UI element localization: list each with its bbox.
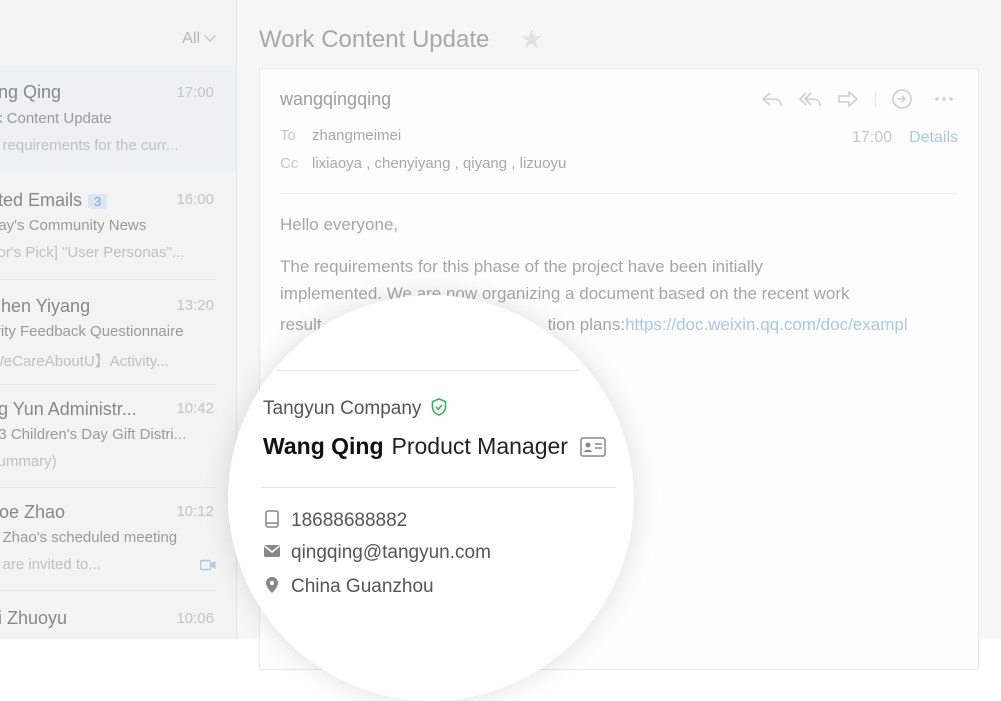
list-item-sender: uted Emails3 <box>0 190 108 211</box>
unread-count-badge: 3 <box>88 194 108 209</box>
list-item[interactable]: Chen Yiyang 13:20 ivity Feedback Questio… <box>0 284 236 384</box>
list-item[interactable]: uted Emails3 16:00 day's Community News … <box>0 178 236 278</box>
list-item-preview: itor's Pick] "User Personas"... <box>0 244 185 261</box>
email-subject-title: Work Content Update <box>259 26 490 53</box>
phone-icon <box>265 510 279 528</box>
divider <box>276 370 580 371</box>
mail-list-panel: All ang Qing 17:00 rk Content Update e r… <box>0 0 237 639</box>
list-item-sender: Zoe Zhao <box>0 502 66 522</box>
contact-phone[interactable]: 18688688882 <box>263 510 407 532</box>
reply-icon[interactable] <box>760 87 784 111</box>
list-item-subject: ivity Feedback Questionnaire <box>0 323 184 340</box>
filter-dropdown[interactable]: All <box>182 30 216 48</box>
list-item[interactable]: Zoe Zhao 10:12 e Zhao's scheduled meetin… <box>0 490 236 590</box>
list-item-subject: 23 Children's Day Gift Distri... <box>0 426 187 443</box>
list-item[interactable]: Li Zhuoyu 10:06 <box>0 594 236 639</box>
verified-shield-icon <box>431 398 447 416</box>
divider <box>261 487 616 488</box>
toolbar-divider <box>875 91 876 107</box>
list-item[interactable]: ng Yun Administr... 10:42 23 Children's … <box>0 387 236 487</box>
list-item-time: 13:20 <box>176 297 214 314</box>
company-name: Tangyun Company <box>263 398 447 420</box>
list-item-time: 10:12 <box>176 503 214 520</box>
chevron-down-icon <box>204 30 216 42</box>
divider <box>0 384 216 385</box>
list-item[interactable]: ang Qing 17:00 rk Content Update e requi… <box>0 66 236 172</box>
contact-role: Product Manager <box>391 433 568 459</box>
forward-icon[interactable] <box>836 87 860 111</box>
contact-email[interactable]: qingqing@tangyun.com <box>263 542 491 564</box>
contact-location: China Guanzhou <box>263 576 434 598</box>
doc-link[interactable]: https://doc.weixin.qq.com/doc/exampl <box>625 315 908 334</box>
list-item-sender: Chen Yiyang <box>0 296 91 316</box>
list-item-time: 10:06 <box>176 610 214 627</box>
divider <box>0 487 216 488</box>
list-item-time: 16:00 <box>176 191 214 208</box>
divider <box>0 279 216 280</box>
email-time: 17:00 <box>851 129 892 146</box>
contact-name-row: Wang Qing Product Manager <box>263 433 607 460</box>
list-item-time: 17:00 <box>176 84 214 101</box>
list-item-sender: ng Yun Administr... <box>0 399 137 419</box>
reply-all-icon[interactable] <box>798 87 822 111</box>
business-card-icon[interactable] <box>580 437 607 457</box>
cc-label: Cc <box>280 155 299 172</box>
list-item-sender: ang Qing <box>0 82 62 102</box>
contact-name: Wang Qing <box>263 433 384 459</box>
more-icon[interactable] <box>932 87 956 111</box>
list-item-preview: summary) <box>0 453 57 470</box>
list-item-subject: e Zhao's scheduled meeting <box>0 529 178 546</box>
signature-magnifier: Tangyun Company Wang Qing Product Manager… <box>228 295 634 701</box>
header-divider <box>280 193 958 194</box>
email-greeting: Hello everyone, <box>280 215 399 234</box>
sender-name[interactable]: wangqingqing <box>280 89 391 110</box>
list-item-preview: WeCareAboutU】Activity... <box>0 353 169 370</box>
details-link[interactable]: Details <box>909 129 958 147</box>
comment-icon[interactable] <box>890 87 914 111</box>
list-item-subject: day's Community News <box>0 217 147 234</box>
list-item-preview: e requirements for the curr... <box>0 137 179 154</box>
location-pin-icon <box>266 576 278 593</box>
filter-label: All <box>182 30 200 47</box>
email-body-line: The requirements for this phase of the p… <box>280 257 763 276</box>
list-item-preview: u are invited to... <box>0 556 101 573</box>
video-meeting-icon <box>200 559 216 571</box>
list-item-subject: rk Content Update <box>0 110 112 127</box>
list-item-time: 10:42 <box>176 400 214 417</box>
to-label: To <box>280 127 296 144</box>
list-item-sender: Li Zhuoyu <box>0 608 68 628</box>
cc-recipients[interactable]: lixiaoya , chenyiyang , qiyang , lizuoyu <box>312 155 566 172</box>
mail-icon <box>264 544 280 557</box>
divider <box>0 590 216 591</box>
email-body-line: implemented. We are now organizing a doc… <box>280 284 850 303</box>
to-recipient[interactable]: zhangmeimei <box>312 127 401 144</box>
star-icon[interactable]: ★ <box>520 24 543 55</box>
